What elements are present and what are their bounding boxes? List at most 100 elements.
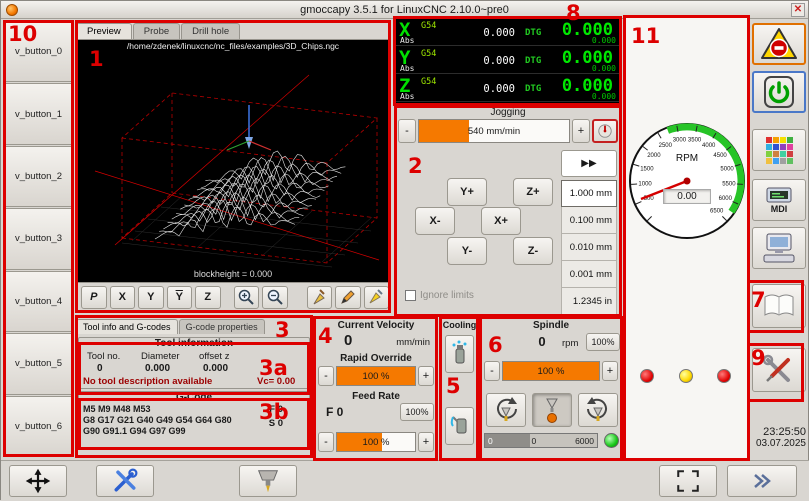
current-velocity-value: 0: [344, 332, 352, 349]
preview-toolbar: P X Y Y Z: [77, 282, 389, 311]
jog-z-plus-button[interactable]: Z+: [513, 178, 553, 206]
sidebar-button-1[interactable]: v_button_1: [4, 83, 73, 144]
reload-file-button[interactable]: [364, 286, 390, 309]
jog-y-minus-button[interactable]: Y-: [447, 237, 487, 265]
sidebar-button-0[interactable]: v_button_0: [4, 21, 73, 82]
feed-rate-bar[interactable]: 100 %: [336, 432, 416, 452]
sidebar-button-4[interactable]: v_button_4: [4, 271, 73, 332]
sidebar-button-6[interactable]: v_button_6: [4, 396, 73, 457]
left-sidebar: v_button_0v_button_1v_button_2v_button_3…: [4, 21, 73, 457]
gmoccapy-window: { "window": {"title": "gmoccapy 3.5.1 fo…: [0, 0, 809, 500]
spindle-override-bar[interactable]: 100 %: [502, 361, 600, 381]
ignore-limits-row: Ignore limits: [405, 290, 474, 301]
increment-item-4[interactable]: 1.2345 in: [561, 288, 617, 315]
cooling-panel: Cooling: [440, 317, 479, 460]
tab-drill-hole[interactable]: Drill hole: [181, 23, 240, 39]
color-grid-icon: [764, 135, 795, 166]
dro-coord-system: G54: [421, 21, 436, 31]
view-p-button[interactable]: P: [81, 286, 107, 309]
increment-item-1[interactable]: 0.100 mm: [561, 207, 617, 234]
gauge-tick-label-4500: 4500: [713, 153, 727, 159]
toolpath-line: [189, 169, 329, 200]
fullscreen-button[interactable]: [659, 465, 717, 497]
rapid-override-text: 100 %: [363, 371, 390, 382]
tool-warning: No tool description available: [83, 376, 212, 387]
feed-percent-button[interactable]: 100%: [400, 403, 434, 421]
spindle-minus-button[interactable]: -: [484, 361, 500, 381]
keyboard-button[interactable]: [752, 227, 806, 269]
rapid-override-title: Rapid Override: [314, 353, 438, 364]
gauge-tick-label-3000: 3000: [673, 138, 687, 144]
tab-tool-info[interactable]: Tool info and G-codes: [76, 319, 178, 334]
increment-item-2[interactable]: 0.010 mm: [561, 234, 617, 261]
ignore-limits-checkbox[interactable]: [405, 290, 416, 301]
machine-settings-button[interactable]: [752, 348, 806, 392]
spindle-scale-min: 0: [488, 436, 493, 446]
tool-measurement-button[interactable]: [752, 284, 806, 328]
tab-gcode-properties[interactable]: G-code properties: [179, 319, 265, 334]
increment-item-0[interactable]: 1.000 mm: [561, 180, 617, 207]
zoom-out-button[interactable]: [262, 286, 288, 309]
close-button[interactable]: ✕: [791, 3, 805, 17]
rapid-minus-button[interactable]: -: [318, 366, 334, 386]
estop-button[interactable]: [752, 23, 806, 65]
dro-dtg-label: DTG: [525, 84, 541, 94]
tab-probe[interactable]: Probe: [133, 23, 180, 39]
settings-button[interactable]: [752, 129, 806, 171]
touch-off-button[interactable]: [96, 465, 154, 497]
jogging-panel: Jogging - 540 mm/min + ▶▶ Y+Z+X-X+Y-Z- I…: [395, 106, 621, 316]
mdi-label: MDI: [771, 204, 788, 214]
feed-minus-button[interactable]: -: [318, 432, 334, 452]
double-chevron-icon: [751, 472, 773, 490]
zoom-in-button[interactable]: [234, 286, 260, 309]
ref-axes-button[interactable]: [9, 465, 67, 497]
gauge-hub: [684, 178, 691, 185]
machine-on-button[interactable]: [752, 71, 806, 113]
open-book-icon: [762, 291, 796, 321]
next-button-page-button[interactable]: [727, 465, 797, 497]
feed-plus-button[interactable]: +: [418, 432, 434, 452]
axis-lines: [95, 75, 379, 260]
offset-z-header: offset z: [199, 351, 229, 362]
view-x-button[interactable]: X: [110, 286, 136, 309]
jog-x-plus-button[interactable]: X+: [481, 207, 521, 235]
time-display: 23:25:50: [756, 426, 806, 438]
view-y-button[interactable]: Y: [138, 286, 164, 309]
spindle-percent-button[interactable]: 100%: [586, 333, 620, 351]
view-z-button[interactable]: Z: [195, 286, 221, 309]
spindle-cw-button[interactable]: [578, 393, 618, 427]
spindle-ccw-button[interactable]: [486, 393, 526, 427]
velocity-panel: Current Velocity 0 mm/min Rapid Override…: [314, 317, 438, 460]
spindle-plus-button[interactable]: +: [602, 361, 618, 381]
sidebar-button-2[interactable]: v_button_2: [4, 146, 73, 207]
flood-coolant-button[interactable]: [445, 407, 474, 445]
jog-z-minus-button[interactable]: Z-: [513, 237, 553, 265]
sidebar-button-5[interactable]: v_button_5: [4, 333, 73, 394]
gremlin-preview[interactable]: /home/zdenek/linuxcnc/nc_files/examples/…: [76, 39, 390, 312]
edit-gcode-button[interactable]: [335, 286, 361, 309]
tab-preview[interactable]: Preview: [76, 23, 132, 39]
rapid-override-row: - 100 % +: [318, 366, 434, 386]
sidebar-button-3[interactable]: v_button_3: [4, 208, 73, 269]
increment-list: 1.000 mm0.100 mm0.010 mm0.001 mm1.2345 i…: [561, 180, 617, 315]
jog-speed-text: 540 mm/min: [468, 126, 520, 137]
dro-row-x[interactable]: XG54Abs0.000DTG0.0000.000: [395, 18, 619, 46]
bottom-button-bar: [1, 460, 809, 501]
diameter-value: 0.000: [141, 363, 199, 374]
increment-item-3[interactable]: 0.001 mm: [561, 261, 617, 288]
dro-row-z[interactable]: ZG54Abs0.000DTG0.0000.000: [395, 74, 619, 102]
current-velocity-title: Current Velocity: [314, 320, 438, 331]
spindle-stop-button[interactable]: [532, 393, 572, 427]
rapid-plus-button[interactable]: +: [418, 366, 434, 386]
rapid-override-bar[interactable]: 100 %: [336, 366, 416, 386]
mdi-button[interactable]: MDI: [752, 179, 806, 221]
mist-coolant-button[interactable]: [445, 335, 474, 373]
clear-plot-button[interactable]: [307, 286, 333, 309]
jog-y-plus-button[interactable]: Y+: [447, 178, 487, 206]
tool-change-button[interactable]: [239, 465, 297, 497]
dro-row-y[interactable]: YG54Abs0.000DTG0.0000.000: [395, 46, 619, 74]
gauge-tick-label-2500: 2500: [659, 143, 673, 149]
view-y2-button[interactable]: Y: [167, 286, 193, 309]
dro-abs-label: Abs: [400, 92, 414, 101]
jog-x-minus-button[interactable]: X-: [415, 207, 455, 235]
